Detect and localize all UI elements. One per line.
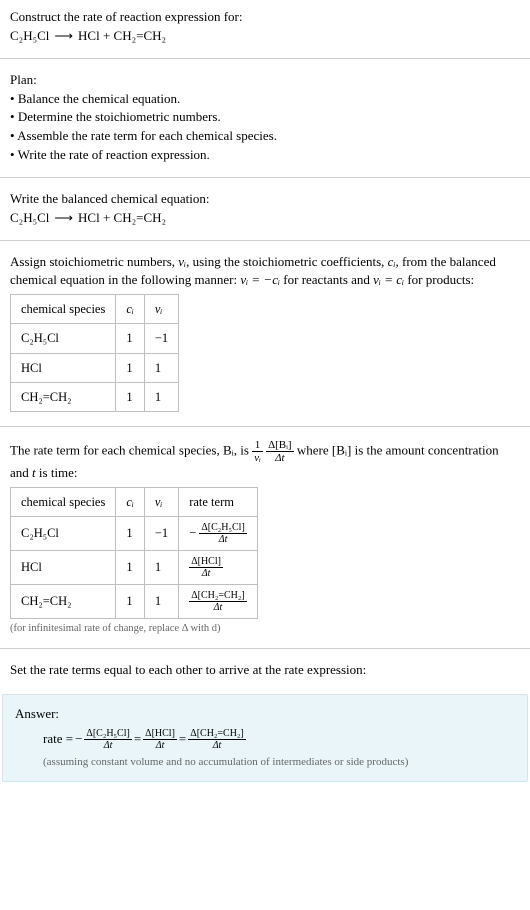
eq-rhs: HCl + CH₂=CH₂ (78, 27, 166, 46)
header-section: Construct the rate of reaction expressio… (0, 0, 530, 54)
col-rate: rate term (179, 487, 258, 516)
text: , is (234, 442, 252, 457)
answer-box: Answer: rate = − Δ[C₂H₅Cl] Δt = Δ[HCl] Δ… (2, 694, 528, 782)
divider (0, 58, 530, 59)
table-header-row: chemical species cᵢ νᵢ rate term (11, 487, 258, 516)
table-row: CH₂=CH₂ 1 1 (11, 382, 179, 411)
cell-species: CH₂=CH₂ (11, 382, 116, 411)
answer-equation: rate = − Δ[C₂H₅Cl] Δt = Δ[HCl] Δt = Δ[CH… (15, 728, 515, 751)
set-equal-text: Set the rate terms equal to each other t… (10, 661, 520, 680)
rate-frac: Δ[C₂H₅Cl] Δt (199, 522, 246, 545)
col-nui: νᵢ (144, 487, 178, 516)
rate-label: rate = (43, 730, 73, 749)
rate-frac: Δ[CH₂=CH₂] Δt (188, 728, 246, 751)
table-row: C₂H₅Cl 1 −1 (11, 324, 179, 353)
cell-rate: Δ[HCl] Δt (179, 550, 258, 584)
plan-section: Plan: Balance the chemical equation. Det… (0, 63, 530, 173)
col-ci: cᵢ (116, 295, 145, 324)
divider (0, 426, 530, 427)
neg: − (189, 525, 196, 539)
divider (0, 177, 530, 178)
rateterm-section: The rate term for each chemical species,… (0, 431, 530, 644)
table-row: HCl 1 1 Δ[HCl] Δt (11, 550, 258, 584)
cell-ci: 1 (116, 324, 145, 353)
cell-species: HCl (11, 353, 116, 382)
plan-title: Plan: (10, 71, 520, 90)
plan-item: Determine the stoichiometric numbers. (10, 108, 520, 127)
eq-arrow: ⟶ (54, 27, 73, 46)
col-species: chemical species (11, 487, 116, 516)
eq: = (134, 730, 141, 749)
cell-rate: − Δ[C₂H₅Cl] Δt (179, 516, 258, 550)
divider (0, 240, 530, 241)
rate-table: chemical species cᵢ νᵢ rate term C₂H₅Cl … (10, 487, 258, 619)
divider (0, 648, 530, 649)
table-footnote: (for infinitesimal rate of change, repla… (10, 621, 520, 636)
frac-dBi-dt: Δ[Bᵢ] Δt (266, 439, 294, 464)
Bi: Bᵢ (223, 442, 234, 457)
table-row: CH₂=CH₂ 1 1 Δ[CH₂=CH₂] Δt (11, 584, 258, 618)
plan-item: Balance the chemical equation. (10, 90, 520, 109)
table-row: HCl 1 1 (11, 353, 179, 382)
cell-species: HCl (11, 550, 116, 584)
cell-ci: 1 (116, 353, 145, 382)
col-ci: cᵢ (116, 487, 145, 516)
relation: νᵢ = −cᵢ (240, 272, 280, 287)
text: Assign stoichiometric numbers, (10, 254, 178, 269)
balanced-equation: C₂H₅Cl ⟶ HCl + CH₂=CH₂ (10, 209, 520, 228)
cell-ci: 1 (116, 550, 145, 584)
neg: − (75, 730, 82, 749)
conc: [Bᵢ] (332, 442, 351, 457)
col-species: chemical species (11, 295, 116, 324)
text: where (297, 442, 332, 457)
cell-ci: 1 (116, 584, 145, 618)
assign-section: Assign stoichiometric numbers, νᵢ, using… (0, 245, 530, 422)
cell-species: C₂H₅Cl (11, 516, 116, 550)
balanced-section: Write the balanced chemical equation: C₂… (0, 182, 530, 236)
cell-ci: 1 (116, 382, 145, 411)
cell-nui: −1 (144, 516, 178, 550)
eq: = (179, 730, 186, 749)
rate-frac: Δ[HCl] Δt (143, 728, 177, 751)
stoich-table: chemical species cᵢ νᵢ C₂H₅Cl 1 −1 HCl 1… (10, 294, 179, 412)
nu-i: νᵢ (178, 254, 186, 269)
plan-item: Assemble the rate term for each chemical… (10, 127, 520, 146)
answer-assume: (assuming constant volume and no accumul… (15, 755, 515, 771)
text: The rate term for each chemical species, (10, 442, 223, 457)
balanced-title: Write the balanced chemical equation: (10, 190, 520, 209)
rate-frac: Δ[CH₂=CH₂] Δt (189, 590, 247, 613)
answer-title: Answer: (15, 705, 515, 724)
table-header-row: chemical species cᵢ νᵢ (11, 295, 179, 324)
rateterm-text: The rate term for each chemical species,… (10, 439, 520, 483)
cell-ci: 1 (116, 516, 145, 550)
prompt-text: Construct the rate of reaction expressio… (10, 8, 520, 27)
cell-nui: 1 (144, 584, 178, 618)
table-row: C₂H₅Cl 1 −1 − Δ[C₂H₅Cl] Δt (11, 516, 258, 550)
rate-frac: Δ[HCl] Δt (189, 556, 223, 579)
rate-frac: Δ[C₂H₅Cl] Δt (84, 728, 131, 751)
text: is time: (36, 465, 78, 480)
text: , using the stoichiometric coefficients, (186, 254, 388, 269)
cell-nui: −1 (144, 324, 178, 353)
text: for products: (404, 272, 474, 287)
c-i: cᵢ (388, 254, 396, 269)
eq-lhs: C₂H₅Cl (10, 209, 49, 228)
col-nui: νᵢ (144, 295, 178, 324)
frac-1-over-nu: 1 νᵢ (252, 439, 263, 464)
cell-rate: Δ[CH₂=CH₂] Δt (179, 584, 258, 618)
plan-item: Write the rate of reaction expression. (10, 146, 520, 165)
relation: νᵢ = cᵢ (373, 272, 404, 287)
cell-nui: 1 (144, 382, 178, 411)
text: for reactants and (280, 272, 373, 287)
eq-lhs: C₂H₅Cl (10, 27, 49, 46)
plan-list: Balance the chemical equation. Determine… (10, 90, 520, 165)
cell-species: CH₂=CH₂ (11, 584, 116, 618)
cell-nui: 1 (144, 550, 178, 584)
cell-species: C₂H₅Cl (11, 324, 116, 353)
cell-nui: 1 (144, 353, 178, 382)
eq-arrow: ⟶ (54, 209, 73, 228)
eq-rhs: HCl + CH₂=CH₂ (78, 209, 166, 228)
set-equal-section: Set the rate terms equal to each other t… (0, 653, 530, 688)
header-equation: C₂H₅Cl ⟶ HCl + CH₂=CH₂ (10, 27, 520, 46)
